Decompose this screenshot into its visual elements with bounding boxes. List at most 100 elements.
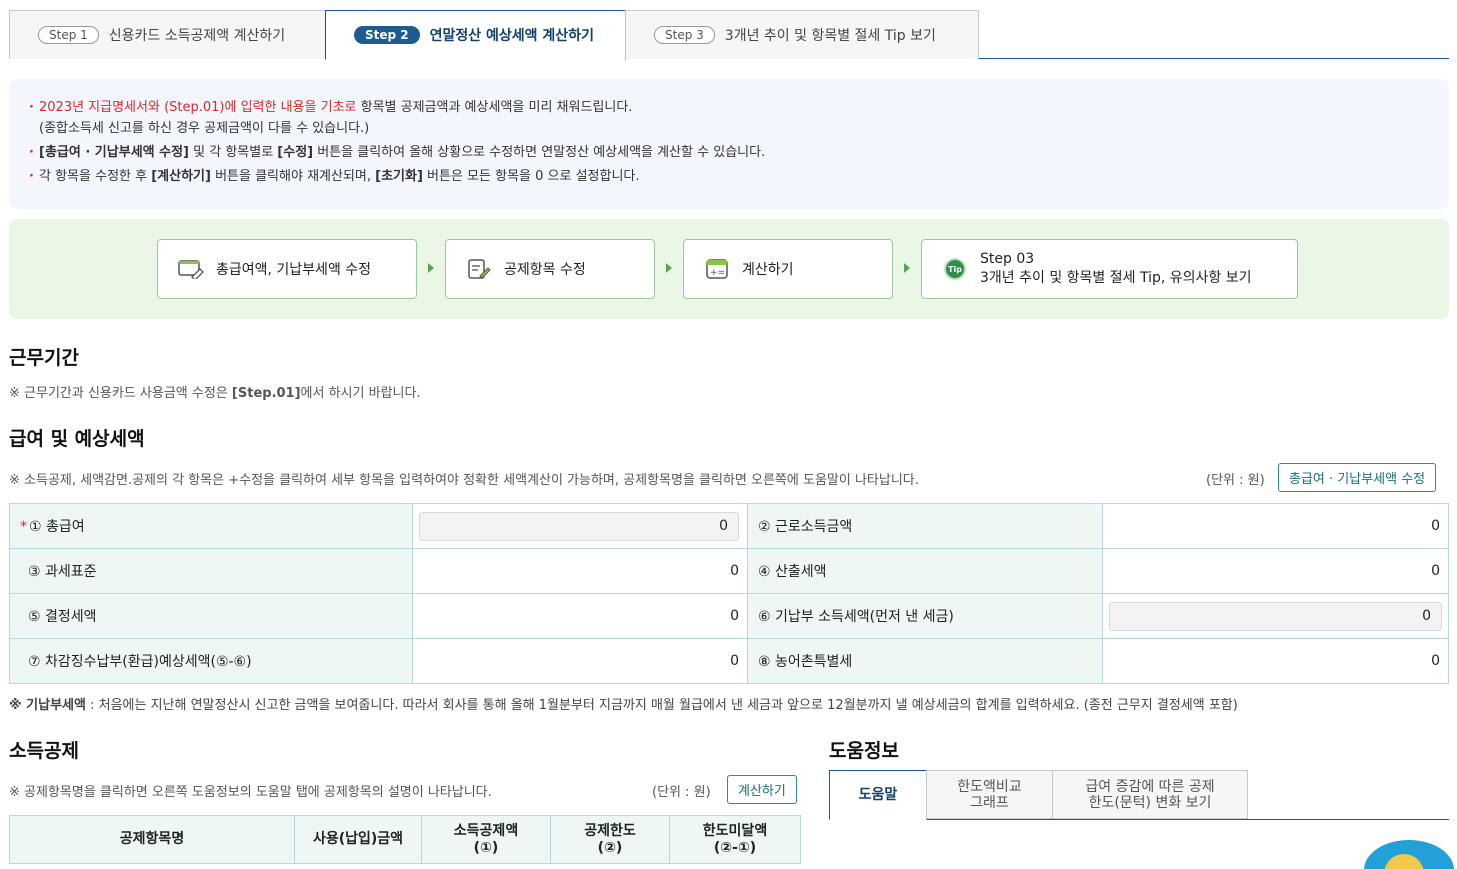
prepaid-tax-footnote: ※ 기납부세액 : 처음에는 지난해 연말정산시 신고한 금액을 보여줍니다. … [9,694,1238,713]
rural-special-tax-value: 0 [1102,638,1449,684]
required-mark: * [20,519,27,535]
tab-label-line: 한도(문턱) 변화 보기 [1088,794,1212,811]
tab-step3[interactable]: Step 3 3개년 추이 및 항목별 절세 Tip 보기 [625,10,979,59]
deduction-section-title: 소득공제 [9,740,79,762]
expected-refund-label[interactable]: ⑦ 차감징수납부(환급)예상세액(⑤-⑥) [9,638,413,684]
flow-edit-deduction-button[interactable]: 공제항목 수정 [445,239,655,299]
notice-bold: [계산하기] [151,169,211,184]
col-header: 사용(납입)금액 [294,815,422,864]
tip-badge: Tip [944,258,966,280]
tab-step1[interactable]: Step 1 신용카드 소득공제액 계산하기 [9,10,326,59]
process-flow: 총급여액, 기납부세액 수정 공제항목 수정 += 계산하기 Tip Step … [9,219,1449,319]
determined-tax-label[interactable]: ⑤ 결정세액 [9,593,413,639]
help-tabs: 도움말 한도액비교 그래프 급여 증감에 따른 공제 한도(문턱) 변화 보기 [829,770,1449,820]
deduction-table: 공제항목명 사용(납입)금액 소득공제액 (①) 공제한도 (②) 한도미달액 (②-… [9,815,801,864]
notice-text: 버튼은 모든 항목을 0 으로 설정합니다. [422,169,640,184]
tax-base-value: 0 [412,548,748,594]
footnote-bold: ※ 기납부세액 [9,698,86,713]
step-badge: Step 3 [654,26,715,44]
col-header-line: (①) [473,839,499,856]
flow-step-label: 3개년 추이 및 항목별 절세 Tip, 유의사항 보기 [980,270,1252,286]
flow-step4-text: Step 03 3개년 추이 및 항목별 절세 Tip, 유의사항 보기 [980,250,1252,288]
edit-salary-tax-button[interactable]: 총급여 · 기납부세액 수정 [1278,463,1437,492]
notice-box: 2023년 지급명세서와 (Step.01)에 입력한 내용을 기초로 항목별 … [9,79,1449,209]
earned-income-label[interactable]: ② 근로소득금액 [747,503,1103,549]
monitor-edit-icon [178,258,204,280]
col-header: 공제항목명 [9,815,295,864]
notice-item: [총급여 · 기납부세액 수정] 및 각 항목별로 [수정] 버튼을 클릭하여 … [29,142,1429,163]
table-row: ⑦ 차감징수납부(환급)예상세액(⑤-⑥) 0 ⑧ 농어촌특별세 0 [9,638,1449,684]
notice-text: 버튼을 클릭하여 올해 상황으로 수정하면 연말정산 예상세액을 계산할 수 있… [313,145,766,160]
footnote-text: : 처음에는 지난해 연말정산시 신고한 금액을 보여줍니다. 따라서 회사를 … [85,698,1238,713]
tab-salary-threshold[interactable]: 급여 증감에 따른 공제 한도(문턱) 변화 보기 [1052,770,1248,819]
total-salary-label[interactable]: * ① 총급여 [9,503,413,549]
tab-label: 연말정산 예상세액 계산하기 [429,28,594,44]
flow-calculate-button[interactable]: += 계산하기 [683,239,893,299]
note-text: 에서 하시기 바랍니다. [300,386,421,401]
calculator-icon: += [704,258,730,280]
flow-step3-link-button[interactable]: Tip Step 03 3개년 추이 및 항목별 절세 Tip, 유의사항 보기 [921,239,1298,299]
notice-text: 및 각 항목별로 [189,145,278,160]
calculated-tax-label[interactable]: ④ 산출세액 [747,548,1103,594]
col-header-line: 공제한도 [584,822,636,839]
salary-section-title: 급여 및 예상세액 [9,428,145,450]
calculate-button[interactable]: 계산하기 [727,775,797,804]
notice-item: 각 항목을 수정한 후 [계산하기] 버튼을 클릭해야 재계산되며, [초기화]… [29,166,1429,187]
flow-arrow-icon [666,263,672,273]
col-header-line: (②) [597,839,623,856]
determined-tax-value: 0 [412,593,748,639]
prepaid-tax-input[interactable]: 0 [1109,601,1442,631]
total-salary-cell: 0 [412,503,748,549]
notice-text: 항목별 공제금액과 예상세액을 미리 채워드립니다. [356,100,633,115]
step-badge: Step 1 [38,26,99,44]
note-text: ※ 근무기간과 신용카드 사용금액 수정은 [9,386,232,401]
help-section-title: 도움정보 [829,740,899,762]
table-row: ③ 과세표준 0 ④ 산출세액 0 [9,548,1449,594]
unit-label: (단위 : 원) [1206,473,1265,488]
notice-bold: [수정] [277,145,314,160]
unit-label: (단위 : 원) [652,785,711,800]
prepaid-tax-cell: 0 [1102,593,1449,639]
tax-base-label[interactable]: ③ 과세표준 [9,548,413,594]
tip-icon: Tip [942,258,968,280]
salary-note: ※ 소득공제, 세액감면.공제의 각 항목은 +수정을 클릭하여 세부 항목을 … [9,473,919,488]
flow-step-label: 계산하기 [742,262,794,278]
notice-highlight: 2023년 지급명세서와 (Step.01)에 입력한 내용을 기초로 [39,100,357,115]
table-row: ⑤ 결정세액 0 ⑥ 기납부 소득세액(먼저 낸 세금) 0 [9,593,1449,639]
flow-step-title: Step 03 [980,251,1035,267]
flow-step-label: 총급여액, 기납부세액 수정 [216,262,372,278]
col-header: 한도미달액 (②-①) [669,815,801,864]
rural-special-tax-label[interactable]: ⑧ 농어촌특별세 [747,638,1103,684]
total-salary-input[interactable]: 0 [419,511,739,541]
tab-label: 3개년 추이 및 항목별 절세 Tip 보기 [724,28,936,44]
salary-tax-table: * ① 총급여 0 ② 근로소득금액 0 ③ 과세표준 0 ④ 산출세액 0 ⑤ … [9,503,1449,684]
earned-income-value: 0 [1102,503,1449,549]
col-header-line: 한도미달액 [702,822,768,839]
flow-arrow-icon [904,263,910,273]
mascot-illustration-icon [1364,840,1454,869]
tab-label: 한도액비교 그래프 [957,779,1021,811]
label-text: ① 총급여 [29,519,85,535]
notice-item: 2023년 지급명세서와 (Step.01)에 입력한 내용을 기초로 항목별 … [29,97,1429,139]
col-header-line: (②-①) [713,839,757,856]
flow-arrow-icon [428,263,434,273]
document-edit-icon [466,258,492,280]
tab-step2[interactable]: Step 2 연말정산 예상세액 계산하기 [325,10,626,60]
notice-bold: [초기화] [375,169,423,184]
notice-bold: [총급여 · 기납부세액 수정] [39,145,189,160]
expected-refund-value: 0 [412,638,748,684]
tab-label: 급여 증감에 따른 공제 한도(문턱) 변화 보기 [1085,779,1214,811]
notice-text: 각 항목을 수정한 후 [39,169,152,184]
flow-edit-salary-button[interactable]: 총급여액, 기납부세액 수정 [157,239,417,299]
calculated-tax-value: 0 [1102,548,1449,594]
work-period-note: ※ 근무기간과 신용카드 사용금액 수정은 [Step.01]에서 하시기 바랍… [9,382,421,401]
svg-text:+=: += [710,268,725,278]
notice-subtext: (종합소득세 신고를 하신 경우 공제금액이 다를 수 있습니다.) [39,121,370,136]
work-period-title: 근무기간 [9,347,79,369]
prepaid-tax-label[interactable]: ⑥ 기납부 소득세액(먼저 낸 세금) [747,593,1103,639]
table-row: * ① 총급여 0 ② 근로소득금액 0 [9,503,1449,549]
tab-help[interactable]: 도움말 [829,770,927,820]
tab-label-line: 한도액비교 [957,778,1022,795]
tab-limit-graph[interactable]: 한도액비교 그래프 [926,770,1053,819]
tab-label-line: 급여 증감에 따른 공제 [1085,778,1215,795]
